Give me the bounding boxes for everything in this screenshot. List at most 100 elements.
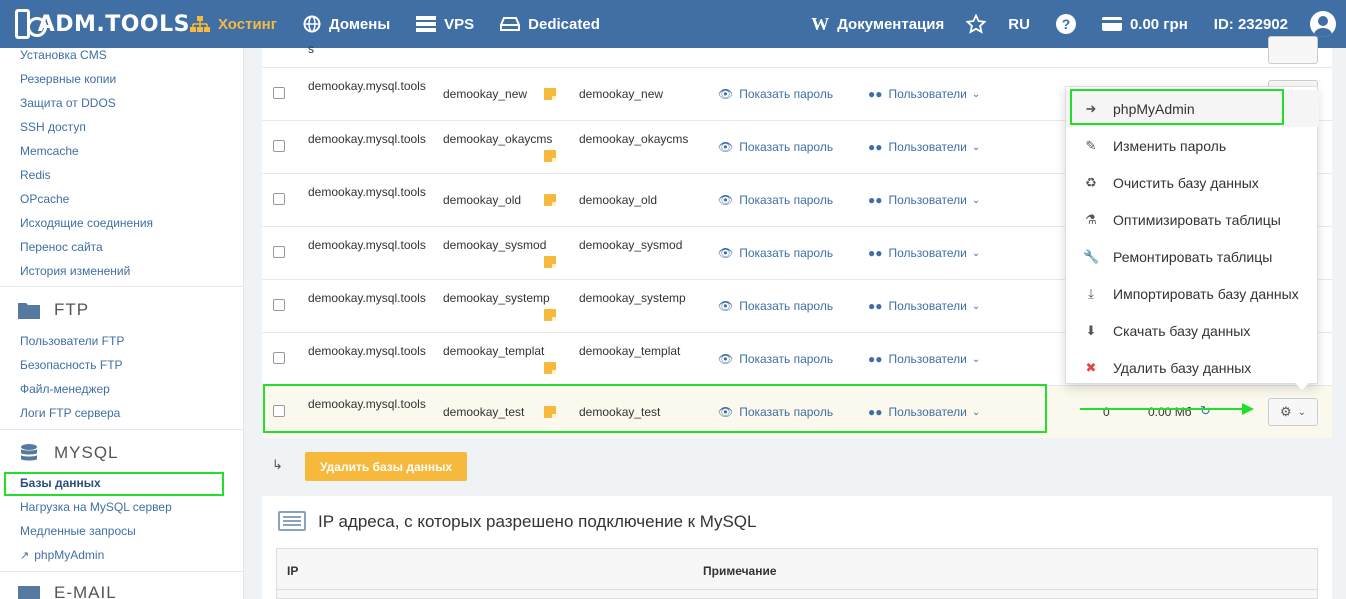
note-icon[interactable]: [544, 150, 556, 162]
sidebar-item-ddos[interactable]: Защита от DDOS: [20, 96, 116, 110]
menu-item-optimize-tables[interactable]: ⚗ Оптимизировать таблицы: [1066, 201, 1319, 238]
hdd-icon: [500, 17, 521, 31]
chevron-down-icon: ⌄: [971, 353, 981, 365]
help-button[interactable]: ?: [1055, 14, 1076, 34]
row-checkbox[interactable]: [273, 193, 285, 205]
note-icon[interactable]: [544, 362, 556, 374]
language-select[interactable]: RU: [1008, 16, 1030, 33]
sidebar-section-ftp: FTP: [18, 300, 89, 320]
question-icon: ?: [1055, 14, 1076, 34]
delete-databases-button[interactable]: Удалить базы данных: [305, 452, 467, 481]
nav-dedicated[interactable]: Dedicated: [500, 16, 600, 33]
sidebar-item-history[interactable]: История изменений: [20, 264, 130, 278]
users-dropdown[interactable]: ●● Пользователи ⌄: [868, 193, 980, 207]
nav-hosting[interactable]: Хостинг: [190, 16, 277, 33]
sidebar-item-redis[interactable]: Redis: [20, 168, 51, 182]
download-icon: ⤓: [1088, 285, 1094, 301]
wikipedia-icon: W: [811, 13, 830, 34]
sidebar-item-ftp-logs[interactable]: Логи FTP сервера: [20, 406, 120, 420]
sidebar-item-outgoing[interactable]: Исходящие соединения: [20, 216, 153, 230]
svg-text:?: ?: [1062, 16, 1071, 32]
sidebar-item-memcache[interactable]: Memcache: [20, 144, 79, 158]
balance[interactable]: 0.00 грн: [1101, 16, 1188, 33]
row-actions-menu: ➜ phpMyAdmin ✎ Изменить пароль ♻ Очистить б…: [1065, 86, 1319, 386]
chevron-down-icon: ⌄: [971, 300, 981, 312]
users-icon: ●●: [868, 193, 883, 207]
show-password-link[interactable]: 👁 Показать пароль: [718, 352, 833, 366]
logo[interactable]: ADM.TOOLS: [15, 9, 190, 39]
show-password-link[interactable]: 👁 Показать пароль: [718, 193, 833, 207]
gear-icon: ⚙: [1279, 404, 1292, 419]
menu-item-import-database[interactable]: ⤓ Импортировать базу данных: [1066, 275, 1319, 312]
account-id: ID: 232902: [1213, 15, 1288, 33]
envelope-icon: [18, 586, 40, 599]
sidebar-divider: [0, 429, 244, 430]
ip-section-title: IP адреса, с которых разрешено подключен…: [318, 512, 757, 531]
sidebar-item-mysql-load[interactable]: Нагрузка на MySQL сервер: [20, 500, 172, 514]
edit-icon: ✎: [1085, 137, 1097, 153]
note-icon[interactable]: [544, 309, 556, 321]
sidebar-divider: [0, 571, 244, 572]
show-password-link[interactable]: 👁 Показать пароль: [718, 140, 833, 154]
users-icon: ●●: [868, 140, 883, 154]
nav-docs[interactable]: W Документация: [811, 14, 944, 35]
row-checkbox[interactable]: [273, 352, 285, 364]
note-icon[interactable]: [544, 194, 556, 206]
users-icon: ●●: [868, 246, 883, 260]
sidebar-item-ssh[interactable]: SSH доступ: [20, 120, 86, 134]
row-checkbox[interactable]: [273, 87, 285, 99]
users-icon: ●●: [868, 299, 883, 313]
sidebar-item-phpmyadmin[interactable]: ↗ phpMyAdmin: [20, 548, 104, 562]
highlight-box: [1070, 89, 1284, 125]
chevron-down-icon: ⌄: [971, 141, 981, 153]
menu-item-delete-database[interactable]: ✖ Удалить базу данных: [1066, 349, 1319, 386]
circle-down-icon: ⬇: [1085, 322, 1097, 338]
sidebar-divider: [0, 286, 244, 287]
users-dropdown[interactable]: ●● Пользователи ⌄: [868, 352, 980, 366]
dropdown-caret: [1295, 383, 1309, 390]
row-checkbox[interactable]: [273, 140, 285, 152]
menu-item-repair-tables[interactable]: 🔧 Ремонтировать таблицы: [1066, 238, 1319, 275]
sidebar-item-ftp-users[interactable]: Пользователи FTP: [20, 334, 124, 348]
show-password-link[interactable]: 👁 Показать пароль: [718, 299, 833, 313]
flask-icon: ⚗: [1085, 211, 1097, 227]
row-actions-button[interactable]: [1268, 36, 1318, 64]
row-checkbox[interactable]: [273, 299, 285, 311]
menu-item-download-database[interactable]: ⬇ Скачать базу данных: [1066, 312, 1319, 349]
main-nav: Хостинг Домены VPS Dedicated: [190, 15, 626, 33]
note-icon[interactable]: [544, 256, 556, 268]
users-dropdown[interactable]: ●● Пользователи ⌄: [868, 299, 980, 313]
nav-vps[interactable]: VPS: [416, 16, 474, 33]
sidebar-item-databases[interactable]: Базы данных: [20, 476, 101, 490]
sidebar: Установка CMS Резервные копии Защита от …: [0, 48, 244, 599]
sidebar-item-backups[interactable]: Резервные копии: [20, 72, 116, 86]
menu-item-clear-database[interactable]: ♻ Очистить базу данных: [1066, 164, 1319, 201]
host-cell: s: [308, 42, 314, 56]
column-header-note: Примечание: [703, 564, 777, 578]
external-link-icon: ↗: [20, 549, 30, 562]
nav-domains[interactable]: Домены: [303, 15, 390, 33]
users-dropdown[interactable]: ●● Пользователи ⌄: [868, 87, 980, 101]
users-dropdown[interactable]: ●● Пользователи ⌄: [868, 140, 980, 154]
avatar[interactable]: [1310, 11, 1336, 37]
sidebar-item-slow-queries[interactable]: Медленные запросы: [20, 524, 136, 538]
show-password-link[interactable]: 👁 Показать пароль: [718, 246, 833, 260]
users-icon: ●●: [868, 87, 883, 101]
sidebar-item-ftp-security[interactable]: Безопасность FTP: [20, 358, 123, 372]
select-arrow-icon: ↳: [272, 457, 283, 472]
note-icon[interactable]: [544, 88, 556, 100]
favorites-button[interactable]: [966, 14, 987, 34]
menu-item-change-password[interactable]: ✎ Изменить пароль: [1066, 127, 1319, 164]
sidebar-item-opcache[interactable]: OPcache: [20, 192, 69, 206]
users-dropdown[interactable]: ●● Пользователи ⌄: [868, 246, 980, 260]
row-actions-button[interactable]: ⚙ ⌄: [1268, 398, 1318, 426]
sidebar-item-install-cms[interactable]: Установка CMS: [20, 48, 107, 62]
sidebar-item-file-manager[interactable]: Файл-менеджер: [20, 382, 110, 396]
show-password-link[interactable]: 👁 Показать пароль: [718, 87, 833, 101]
sidebar-item-migration[interactable]: Перенос сайта: [20, 240, 103, 254]
chevron-down-icon: ⌄: [971, 88, 981, 100]
folder-icon: [18, 303, 40, 319]
logo-icon: [15, 9, 47, 39]
row-checkbox[interactable]: [273, 246, 285, 258]
eye-icon: 👁: [718, 140, 734, 154]
